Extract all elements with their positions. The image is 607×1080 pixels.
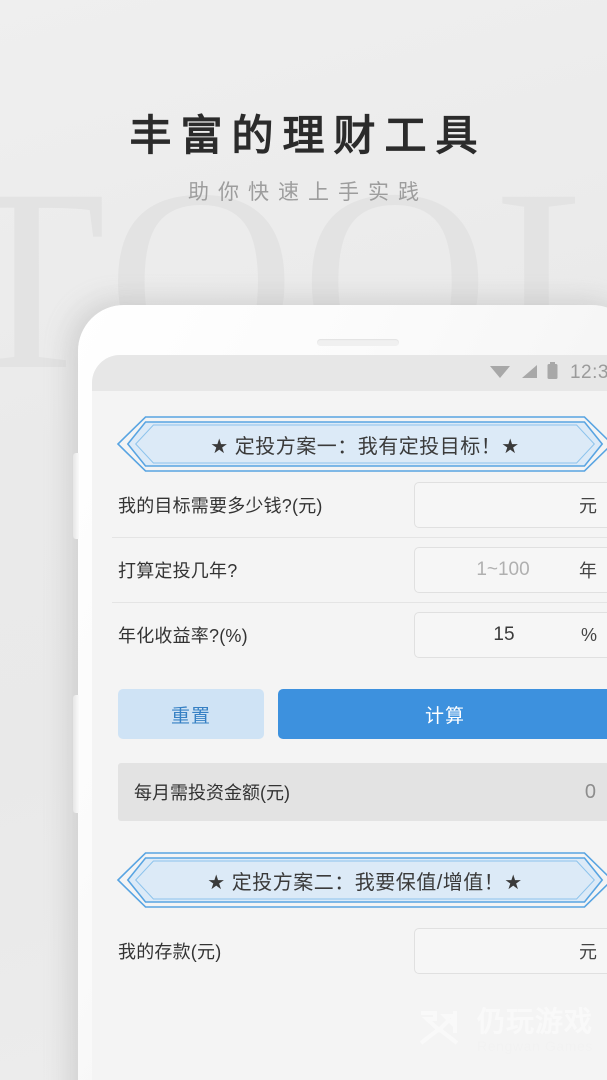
watermark-cn-name: 仍玩游戏 bbox=[476, 1006, 593, 1038]
form-row-label: 我的目标需要多少钱?(元) bbox=[118, 496, 323, 516]
phone-device-mockup: 12:30 ★ 定投方案一：我有定投目标！★ 我的目标需要多少钱?(元) bbox=[73, 305, 607, 1080]
hero-heading-block: 丰富的理财工具 助你快速上手实践 bbox=[0, 112, 607, 206]
annual-rate-unit: % bbox=[580, 624, 597, 645]
status-bar-clock: 12:30 bbox=[569, 362, 607, 383]
years-value: 1~100 bbox=[476, 559, 530, 580]
calculate-button[interactable]: 计算 bbox=[278, 689, 607, 739]
goal-amount-unit: 元 bbox=[579, 496, 597, 516]
phone-earpiece-speaker bbox=[317, 339, 399, 346]
screenshot-stage: TOOL 丰富的理财工具 助你快速上手实践 12:3 ★ 定投方案一：我有定投目… bbox=[0, 0, 607, 1080]
form-row-years: 打算定投几年? 1~100 年 bbox=[112, 538, 607, 603]
form-row-label: 我的存款(元) bbox=[118, 942, 222, 962]
monthly-investment-result: 每月需投资金额(元) 0 bbox=[118, 763, 607, 821]
goal-amount-input[interactable]: 元 bbox=[414, 482, 607, 528]
watermark-text-block: 仍玩游戏 Rengwan Games bbox=[477, 1007, 593, 1053]
result-value: 0 bbox=[584, 780, 596, 803]
plan-one-banner-label: ★ 定投方案一：我有定投目标！★ bbox=[210, 435, 520, 458]
watermark-en-name: Rengwan Games bbox=[476, 1037, 593, 1054]
years-unit: 年 bbox=[579, 561, 597, 581]
form-row-annual-rate: 年化收益率?(%) 15 % bbox=[112, 603, 607, 667]
battery-icon bbox=[546, 361, 559, 386]
plan-one-action-buttons: 重置 计算 bbox=[118, 689, 607, 739]
result-label: 每月需投资金额(元) bbox=[134, 783, 290, 803]
annual-rate-input[interactable]: 15 % bbox=[414, 612, 607, 658]
plan-two-banner-label: ★ 定投方案二：我要保值/增值！★ bbox=[207, 871, 523, 894]
hero-subtitle: 助你快速上手实践 bbox=[188, 181, 428, 205]
screen-content: ★ 定投方案一：我有定投目标！★ 我的目标需要多少钱?(元) 元 打算定投几年?… bbox=[92, 415, 607, 983]
phone-side-button-upper[interactable] bbox=[73, 453, 79, 539]
annual-rate-value: 15 bbox=[493, 624, 515, 645]
wifi-icon bbox=[489, 362, 511, 385]
form-row-goal-amount: 我的目标需要多少钱?(元) 元 bbox=[112, 473, 607, 538]
savings-input[interactable]: 元 bbox=[414, 928, 607, 974]
phone-side-button-lower[interactable] bbox=[73, 695, 79, 813]
plan-one-banner: ★ 定投方案一：我有定投目标！★ bbox=[116, 415, 607, 473]
form-row-label: 年化收益率?(%) bbox=[118, 626, 248, 646]
rengwan-logo-icon bbox=[415, 1003, 467, 1058]
savings-unit: 元 bbox=[579, 942, 597, 962]
hero-title: 丰富的理财工具 bbox=[129, 114, 487, 160]
site-watermark: 仍玩游戏 Rengwan Games bbox=[415, 1003, 593, 1058]
phone-screen: 12:30 ★ 定投方案一：我有定投目标！★ 我的目标需要多少钱?(元) bbox=[92, 355, 607, 1080]
signal-icon bbox=[519, 362, 538, 385]
form-row-savings: 我的存款(元) 元 bbox=[112, 919, 607, 983]
reset-button[interactable]: 重置 bbox=[118, 689, 264, 739]
status-bar: 12:30 bbox=[92, 355, 607, 391]
form-row-label: 打算定投几年? bbox=[118, 561, 238, 581]
plan-two-banner: ★ 定投方案二：我要保值/增值！★ bbox=[116, 851, 607, 909]
years-input[interactable]: 1~100 年 bbox=[414, 547, 607, 593]
